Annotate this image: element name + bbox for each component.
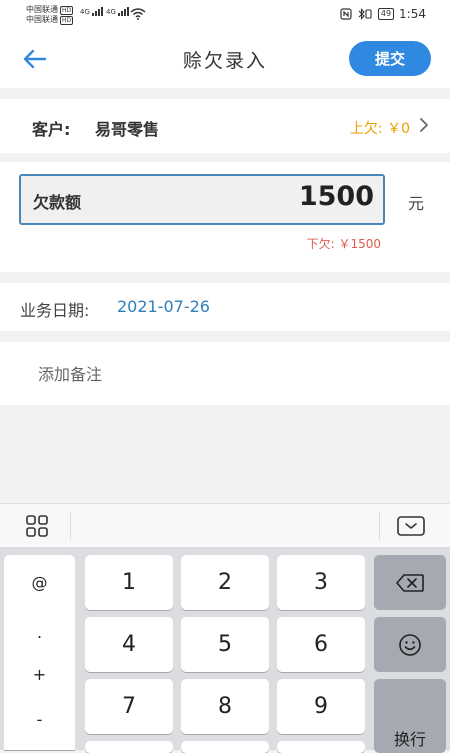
network-type: 4G — [80, 8, 90, 16]
grid-icon[interactable] — [26, 515, 48, 537]
amount-input[interactable]: 欠款额 1500 — [19, 174, 385, 225]
toolbar-divider — [379, 512, 380, 540]
key-row-partial — [277, 741, 365, 753]
key-plus[interactable]: + — [4, 665, 75, 684]
carrier-1-name: 中国联通 — [26, 5, 58, 14]
backspace-icon — [396, 573, 424, 592]
key-9[interactable]: 9 — [277, 679, 365, 734]
emoji-icon — [399, 633, 421, 656]
customer-label: 客户: — [32, 120, 71, 139]
status-right: 49 1:54 — [340, 7, 426, 21]
key-1[interactable]: 1 — [85, 555, 173, 610]
network-type: 4G — [106, 8, 116, 16]
key-at[interactable]: @ — [4, 573, 75, 592]
date-row[interactable]: 业务日期: 2021-07-26 — [0, 283, 450, 331]
previous-debt: 上欠: ￥0 — [349, 121, 410, 137]
signal-icon: 4G — [106, 7, 130, 16]
key-7[interactable]: 7 — [85, 679, 173, 734]
amount-section: 欠款额 1500 元 下欠: ￥1500 — [0, 162, 450, 272]
wifi-icon — [130, 8, 146, 20]
toolbar-divider — [70, 512, 71, 540]
carrier-2-name: 中国联通 — [26, 15, 58, 24]
signal-icon: 4G — [80, 7, 104, 16]
remark-row[interactable]: 添加备注 — [0, 342, 450, 405]
hd-badge: HD — [60, 6, 74, 15]
status-bar: 中国联通 HD 中国联通 HD 4G 4G 49 1:54 — [0, 0, 450, 30]
key-4[interactable]: 4 — [85, 617, 173, 672]
app-header: 赊欠录入 提交 — [0, 30, 450, 88]
battery-level: 49 — [380, 9, 392, 18]
customer-row[interactable]: 客户: 易哥零售 上欠: ￥0 — [0, 99, 450, 153]
key-minus[interactable]: - — [4, 710, 75, 729]
clock: 1:54 — [399, 7, 426, 21]
numeric-keyboard: @ . + - 1 2 3 4 5 6 7 8 9 换行 — [0, 547, 450, 753]
enter-key[interactable]: 换行 — [374, 679, 446, 753]
enter-label: 换行 — [393, 730, 426, 749]
key-row-partial — [181, 741, 269, 753]
backspace-key[interactable] — [374, 555, 446, 610]
next-debt: 下欠: ￥1500 — [306, 237, 381, 251]
chevron-right-icon — [420, 118, 428, 132]
remark-input[interactable]: 添加备注 — [38, 361, 102, 385]
battery-icon: 49 — [377, 8, 395, 20]
customer-name: 易哥零售 — [95, 120, 160, 139]
keyboard-hide-icon[interactable] — [397, 516, 425, 536]
amount-label: 欠款额 — [33, 193, 82, 212]
key-2[interactable]: 2 — [181, 555, 269, 610]
bluetooth-vibrate-icon — [358, 8, 372, 20]
key-6[interactable]: 6 — [277, 617, 365, 672]
key-8[interactable]: 8 — [181, 679, 269, 734]
carrier-1: 中国联通 HD — [26, 5, 74, 15]
carrier-2: 中国联通 HD — [26, 15, 74, 25]
emoji-key[interactable] — [374, 617, 446, 672]
nfc-icon — [340, 8, 352, 20]
amount-unit: 元 — [408, 194, 425, 213]
key-3[interactable]: 3 — [277, 555, 365, 610]
keyboard-toolbar — [0, 503, 450, 547]
submit-button[interactable]: 提交 — [349, 41, 431, 76]
key-5[interactable]: 5 — [181, 617, 269, 672]
hd-badge: HD — [60, 16, 74, 25]
key-row-partial — [85, 741, 173, 753]
date-label: 业务日期: — [20, 301, 90, 320]
key-dot[interactable]: . — [4, 623, 75, 642]
amount-value: 1500 — [298, 181, 374, 212]
symbol-column: @ . + - — [4, 555, 75, 750]
date-value[interactable]: 2021-07-26 — [117, 297, 210, 316]
